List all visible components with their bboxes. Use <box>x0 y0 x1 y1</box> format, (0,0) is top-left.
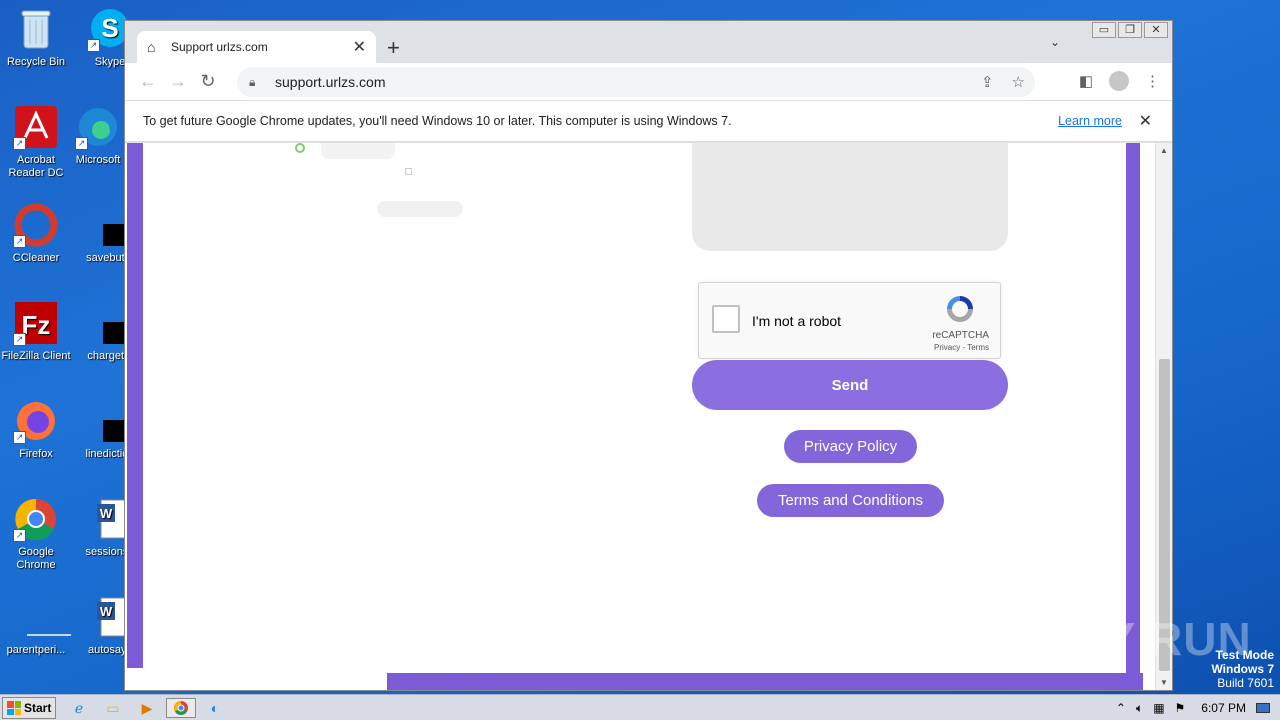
shortcut-arrow-icon: ↗ <box>13 529 26 542</box>
windows-flag-icon <box>7 701 21 715</box>
new-tab-button[interactable]: + <box>387 35 400 61</box>
tray-expand-icon[interactable]: ⌃ <box>1116 701 1126 715</box>
desktop-icon-label: Google Chrome <box>16 546 56 571</box>
page-viewport: I'm not a robot reCAPTCHA Privacy - Term… <box>125 143 1156 690</box>
desktop-icon-firefox[interactable]: ↗ Firefox <box>0 398 74 461</box>
browser-window: ▭ ❐ ✕ ⌂ Support urlzs.com ✕ + ⌄ ← → ↻ 🔒︎… <box>124 20 1173 691</box>
recaptcha-logo-icon <box>944 293 976 325</box>
recaptcha-widget: I'm not a robot reCAPTCHA Privacy - Term… <box>698 282 1001 359</box>
chrome-icon: ↗ <box>13 496 59 542</box>
desktop-icon-label: FileZilla Client <box>1 350 71 362</box>
shortcut-arrow-icon: ↗ <box>87 39 100 52</box>
update-infobar: To get future Google Chrome updates, you… <box>125 100 1172 142</box>
send-button[interactable]: Send <box>692 360 1008 410</box>
window-controls: ▭ ❐ ✕ <box>1092 22 1168 38</box>
start-button[interactable]: Start <box>2 697 56 719</box>
page-scrollbar[interactable]: ▲ ▼ <box>1155 143 1172 690</box>
restore-button[interactable]: ❐ <box>1118 22 1142 38</box>
scroll-down-arrow-icon[interactable]: ▼ <box>1160 678 1168 687</box>
desktop-icon-ccleaner[interactable]: ↗ CCleaner <box>0 202 74 265</box>
bookmark-star-icon[interactable]: ☆ <box>1012 73 1025 91</box>
acrobat-icon: ↗ <box>13 104 59 150</box>
close-tab-icon[interactable]: ✕ <box>353 37 366 57</box>
network-icon[interactable]: ▦ <box>1153 701 1164 715</box>
chrome-taskbar-icon[interactable] <box>166 698 196 718</box>
build-number: Build 7601 <box>1217 676 1274 690</box>
recaptcha-privacy-terms[interactable]: Privacy - Terms <box>934 343 989 352</box>
system-tray: ⌃ 🔈︎ ▦ ⚑ 6:07 PM <box>1116 695 1280 720</box>
start-label: Start <box>24 701 52 715</box>
placeholder-shape <box>377 201 463 217</box>
browser-tab[interactable]: ⌂ Support urlzs.com ✕ <box>137 31 376 63</box>
profile-avatar-icon[interactable] <box>1109 71 1129 91</box>
infobar-close-icon[interactable]: ✕ <box>1139 111 1152 131</box>
show-desktop-icon[interactable] <box>1256 703 1270 713</box>
desktop-icon-label: parentperi... <box>6 644 66 656</box>
forward-arrow-icon[interactable]: → <box>163 71 193 92</box>
test-mode-line1: Test Mode <box>1215 648 1274 662</box>
shortcut-arrow-icon: ↗ <box>13 431 26 444</box>
recaptcha-brand: reCAPTCHA <box>932 330 989 341</box>
shortcut-arrow-icon: ↗ <box>13 235 26 248</box>
action-center-flag-icon[interactable]: ⚑ <box>1175 701 1186 715</box>
svg-text:S: S <box>101 13 118 43</box>
back-arrow-icon[interactable]: ← <box>133 71 163 92</box>
status-dot-icon <box>295 143 305 153</box>
recycle-bin-icon <box>13 6 59 52</box>
home-icon: ⌂ <box>147 39 156 55</box>
purple-border-right <box>1126 143 1140 690</box>
browser-toolbar: ← → ↻ 🔒︎ support.urlzs.com ⇪ ☆ ◧ ⋮ <box>125 63 1172 100</box>
message-textarea[interactable] <box>692 143 1008 251</box>
blank-file-icon <box>13 594 71 640</box>
share-icon[interactable]: ⇪ <box>981 73 994 91</box>
small-checkbox[interactable] <box>405 168 412 175</box>
recaptcha-checkbox[interactable] <box>712 305 740 333</box>
svg-text:W: W <box>100 506 113 521</box>
placeholder-shape <box>321 143 395 159</box>
purple-border-bottom <box>387 673 1143 690</box>
desktop-icon-label: Firefox <box>19 448 53 460</box>
shortcut-arrow-icon: ↗ <box>13 137 26 150</box>
desktop-icon-label: Recycle Bin <box>6 56 66 68</box>
svg-text:W: W <box>100 604 113 619</box>
edge-taskbar-icon[interactable]: ◐ <box>204 698 226 718</box>
scroll-up-arrow-icon[interactable]: ▲ <box>1160 146 1168 155</box>
edge-icon: ↗ <box>75 104 121 150</box>
infobar-message: To get future Google Chrome updates, you… <box>143 114 732 128</box>
close-window-button[interactable]: ✕ <box>1144 22 1168 38</box>
desktop-icon-recycle-bin[interactable]: Recycle Bin <box>0 6 74 69</box>
tab-title: Support urlzs.com <box>171 40 268 54</box>
side-panel-icon[interactable]: ◧ <box>1079 72 1093 90</box>
recaptcha-label: I'm not a robot <box>752 313 842 329</box>
clock[interactable]: 6:07 PM <box>1201 701 1246 715</box>
filezilla-icon: Fz ↗ <box>13 300 59 346</box>
test-mode-text: Test Mode Windows 7 Build 7601 <box>1211 648 1274 690</box>
address-bar[interactable]: 🔒︎ support.urlzs.com ⇪ ☆ <box>237 67 1035 97</box>
firefox-icon: ↗ <box>13 398 59 444</box>
learn-more-link[interactable]: Learn more <box>1058 114 1122 128</box>
desktop-icon-parentperi[interactable]: parentperi... <box>0 594 74 657</box>
internet-explorer-icon[interactable]: ℯ <box>68 698 90 718</box>
taskbar: Start ℯ ▭ ▶ ◐ ⌃ 🔈︎ ▦ ⚑ 6:07 PM <box>0 694 1280 720</box>
volume-icon[interactable]: 🔈︎ <box>1136 701 1143 716</box>
privacy-policy-button[interactable]: Privacy Policy <box>784 430 917 463</box>
file-explorer-icon[interactable]: ▭ <box>102 698 124 718</box>
desktop-icon-filezilla[interactable]: Fz ↗ FileZilla Client <box>0 300 74 363</box>
desktop-icon-label: CCleaner <box>12 252 60 264</box>
test-mode-line2: Windows 7 <box>1211 662 1274 676</box>
ccleaner-icon: ↗ <box>13 202 59 248</box>
url-text: support.urlzs.com <box>275 74 386 90</box>
reload-icon[interactable]: ↻ <box>193 71 223 92</box>
menu-kebab-icon[interactable]: ⋮ <box>1145 72 1160 90</box>
desktop-icon-chrome[interactable]: ↗ Google Chrome <box>0 496 74 572</box>
terms-and-conditions-button[interactable]: Terms and Conditions <box>757 484 944 517</box>
shortcut-arrow-icon: ↗ <box>13 333 26 346</box>
media-player-icon[interactable]: ▶ <box>136 698 158 718</box>
minimize-button[interactable]: ▭ <box>1092 22 1116 38</box>
purple-border-left <box>127 143 143 668</box>
tab-search-chevron-icon[interactable]: ⌄ <box>1050 35 1060 49</box>
lock-icon: 🔒︎ <box>249 74 256 89</box>
shortcut-arrow-icon: ↗ <box>75 137 88 150</box>
